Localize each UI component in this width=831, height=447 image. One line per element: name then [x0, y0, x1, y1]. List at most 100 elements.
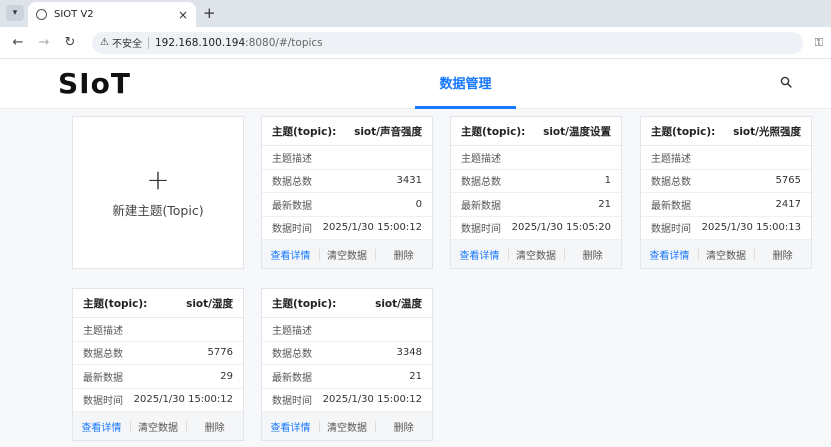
desc-label: 主题描述	[651, 153, 691, 165]
latest-value: 29	[220, 370, 233, 382]
app-header: SIoT 数据管理	[0, 59, 831, 109]
delete-button[interactable]: 删除	[754, 247, 811, 262]
time-label: 数据时间	[272, 224, 312, 236]
clear-data-button[interactable]: 清空数据	[318, 247, 376, 262]
topic-desc-row: 主题描述	[262, 318, 432, 342]
topic-card: 主题(topic): siot/声音强度 主题描述 数据总数 3431 最新数据…	[261, 116, 433, 269]
total-label: 数据总数	[461, 177, 501, 189]
url-path: :8080/#/topics	[245, 36, 323, 49]
new-topic-button[interactable]: + 新建主题(Topic)	[72, 116, 244, 269]
topic-latest-row: 最新数据 0	[262, 193, 432, 217]
topic-card-header: 主题(topic): siot/声音强度	[262, 117, 432, 146]
topic-card-header: 主题(topic): siot/温度设置	[451, 117, 621, 146]
clear-data-button[interactable]: 清空数据	[129, 419, 187, 434]
topic-actions: 查看详情 清空数据 删除	[262, 240, 432, 268]
plus-icon: +	[146, 163, 170, 196]
total-value: 5776	[207, 347, 233, 359]
topic-total-row: 数据总数 3348	[262, 342, 432, 365]
latest-label: 最新数据	[272, 200, 312, 212]
topic-total-row: 数据总数 1	[451, 170, 621, 193]
topic-card: 主题(topic): siot/温度 主题描述 数据总数 3348 最新数据 2…	[261, 288, 433, 441]
logo-letter-o: o	[90, 67, 111, 100]
topic-time-row: 数据时间 2025/1/30 15:05:20	[451, 217, 621, 240]
security-label: 不安全	[111, 39, 142, 50]
topic-name: siot/温度设置	[543, 125, 611, 138]
topic-latest-row: 最新数据 21	[262, 365, 432, 389]
desc-label: 主题描述	[272, 153, 312, 165]
view-details-button[interactable]: 查看详情	[73, 419, 130, 434]
logo-letter-t: T	[110, 67, 131, 100]
tab-close-icon[interactable]: ×	[178, 8, 188, 22]
forward-arrow-icon[interactable]: →	[34, 35, 54, 50]
topic-total-row: 数据总数 5776	[73, 342, 243, 365]
topic-card-header: 主题(topic): siot/湿度	[73, 289, 243, 318]
topic-name: siot/湿度	[186, 297, 233, 310]
topic-name: siot/声音强度	[354, 125, 422, 138]
latest-label: 最新数据	[83, 372, 123, 384]
latest-label: 最新数据	[461, 200, 501, 212]
view-details-button[interactable]: 查看详情	[262, 247, 319, 262]
topics-grid: + 新建主题(Topic) 主题(topic): siot/声音强度 主题描述 …	[0, 109, 831, 447]
topic-desc-row: 主题描述	[451, 146, 621, 170]
new-topic-label: 新建主题(Topic)	[112, 203, 204, 218]
time-value: 2025/1/30 15:00:12	[322, 394, 422, 406]
topic-actions: 查看详情 清空数据 删除	[451, 240, 621, 268]
siot-logo: SIoT	[58, 67, 131, 100]
address-bar: ← → ↻ ⚠ 不安全 192.168.100.194:8080/#/topic…	[0, 27, 831, 59]
browser-tab[interactable]: SIOT V2 ×	[28, 2, 196, 27]
clear-data-button[interactable]: 清空数据	[318, 419, 376, 434]
divider	[147, 36, 149, 49]
topic-desc-row: 主题描述	[73, 318, 243, 342]
key-icon[interactable]: ⚿	[803, 36, 823, 50]
latest-value: 0	[415, 198, 422, 210]
total-value: 3348	[396, 347, 422, 359]
total-value: 1	[604, 175, 611, 187]
delete-button[interactable]: 删除	[186, 419, 243, 434]
reload-icon[interactable]: ↻	[60, 35, 80, 50]
delete-button[interactable]: 删除	[375, 419, 432, 434]
topic-actions: 查看详情 清空数据 删除	[262, 412, 432, 440]
total-label: 数据总数	[83, 349, 123, 361]
latest-value: 2417	[775, 198, 801, 210]
topic-head-label: 主题(topic):	[461, 125, 526, 138]
delete-button[interactable]: 删除	[375, 247, 432, 262]
topic-card-header: 主题(topic): siot/光照强度	[641, 117, 811, 146]
url-input[interactable]: ⚠ 不安全 192.168.100.194:8080/#/topics	[92, 31, 803, 54]
desc-label: 主题描述	[272, 325, 312, 337]
logo-letter-s: S	[58, 67, 80, 100]
latest-value: 21	[598, 198, 611, 210]
clear-data-button[interactable]: 清空数据	[697, 247, 755, 262]
time-value: 2025/1/30 15:00:12	[322, 222, 422, 234]
topic-latest-row: 最新数据 29	[73, 365, 243, 389]
time-label: 数据时间	[272, 396, 312, 408]
back-arrow-icon[interactable]: ←	[8, 35, 28, 50]
topic-time-row: 数据时间 2025/1/30 15:00:12	[262, 217, 432, 240]
topic-desc-row: 主题描述	[262, 146, 432, 170]
topic-head-label: 主题(topic):	[651, 125, 716, 138]
topic-latest-row: 最新数据 21	[451, 193, 621, 217]
logo-letter-i: I	[79, 67, 91, 100]
topic-latest-row: 最新数据 2417	[641, 193, 811, 217]
new-tab-icon[interactable]: +	[203, 4, 216, 22]
topic-actions: 查看详情 清空数据 删除	[641, 240, 811, 268]
total-value: 3431	[396, 175, 422, 187]
topic-head-label: 主题(topic):	[272, 297, 337, 310]
tab-data-management[interactable]: 数据管理	[415, 59, 516, 109]
globe-icon	[36, 9, 47, 20]
clear-data-button[interactable]: 清空数据	[507, 247, 565, 262]
desc-label: 主题描述	[83, 325, 123, 337]
topic-total-row: 数据总数 3431	[262, 170, 432, 193]
delete-button[interactable]: 删除	[564, 247, 621, 262]
tab-search-icon[interactable]: ▾	[6, 5, 24, 21]
view-details-button[interactable]: 查看详情	[451, 247, 508, 262]
topic-desc-row: 主题描述	[641, 146, 811, 170]
view-details-button[interactable]: 查看详情	[262, 419, 319, 434]
topic-time-row: 数据时间 2025/1/30 15:00:12	[73, 389, 243, 412]
latest-label: 最新数据	[272, 372, 312, 384]
security-warning[interactable]: ⚠ 不安全	[100, 35, 142, 50]
search-icon[interactable]	[780, 76, 792, 88]
latest-value: 21	[409, 370, 422, 382]
topic-head-label: 主题(topic):	[272, 125, 337, 138]
topic-time-row: 数据时间 2025/1/30 15:00:12	[262, 389, 432, 412]
view-details-button[interactable]: 查看详情	[641, 247, 698, 262]
